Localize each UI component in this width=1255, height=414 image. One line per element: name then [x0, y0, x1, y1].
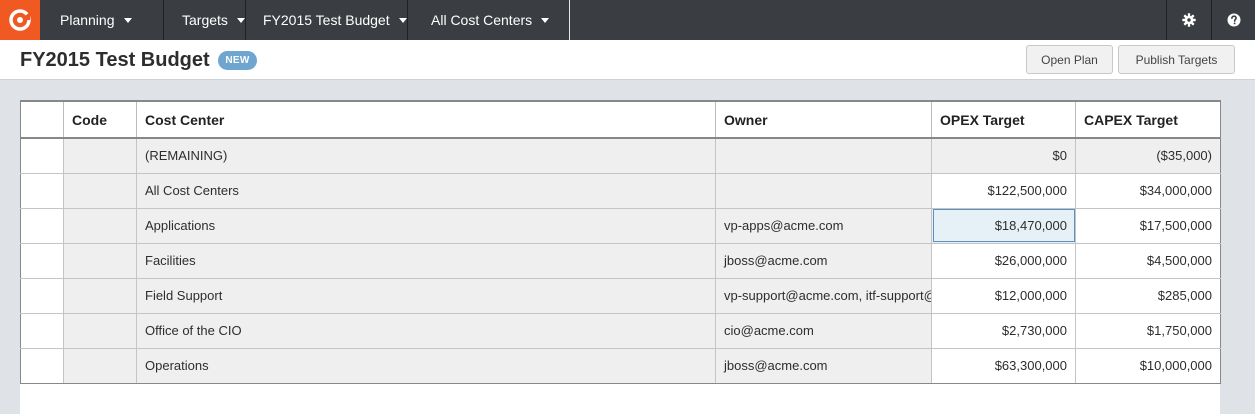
- gear-icon: [1182, 13, 1196, 27]
- opex-target-cell[interactable]: $122,500,000: [931, 172, 1076, 209]
- column-header-code[interactable]: Code: [63, 100, 137, 139]
- cost-center-cell[interactable]: Field Support: [136, 277, 716, 314]
- cost-center-cell[interactable]: All Cost Centers: [136, 172, 716, 209]
- owner-cell[interactable]: vp-apps@acme.com: [715, 207, 932, 244]
- opex-target-cell[interactable]: $0: [931, 137, 1076, 174]
- nav-targets-label: Targets: [182, 12, 228, 28]
- owner-cell[interactable]: jboss@acme.com: [715, 242, 932, 279]
- capex-target-cell[interactable]: ($35,000): [1075, 137, 1221, 174]
- logo-icon[interactable]: [0, 0, 40, 40]
- nav-targets-menu[interactable]: Targets: [164, 0, 246, 40]
- capex-target-cell[interactable]: $4,500,000: [1075, 242, 1221, 279]
- column-header-cost-center[interactable]: Cost Center: [136, 100, 716, 139]
- chevron-down-icon: [123, 17, 132, 23]
- owner-cell[interactable]: jboss@acme.com: [715, 347, 932, 384]
- code-cell[interactable]: [63, 242, 137, 279]
- chevron-down-icon: [236, 17, 245, 23]
- nav-right-group: [1166, 0, 1255, 40]
- row-select-cell[interactable]: [20, 347, 64, 384]
- code-cell[interactable]: [63, 347, 137, 384]
- table-row: Facilities jboss@acme.com $26,000,000 $4…: [20, 242, 1221, 279]
- opex-target-cell-selected[interactable]: $18,470,000: [931, 207, 1076, 244]
- opex-target-cell[interactable]: $2,730,000: [931, 312, 1076, 349]
- table-row: Operations jboss@acme.com $63,300,000 $1…: [20, 347, 1221, 384]
- row-select-cell[interactable]: [20, 242, 64, 279]
- code-cell[interactable]: [63, 277, 137, 314]
- code-cell[interactable]: [63, 312, 137, 349]
- owner-cell[interactable]: [715, 172, 932, 209]
- settings-button[interactable]: [1166, 0, 1211, 40]
- chevron-down-icon: [398, 17, 407, 23]
- help-button[interactable]: [1211, 0, 1255, 40]
- code-cell[interactable]: [63, 172, 137, 209]
- code-cell[interactable]: [63, 137, 137, 174]
- opex-target-cell[interactable]: $26,000,000: [931, 242, 1076, 279]
- nav-planning-menu[interactable]: Planning: [40, 0, 164, 40]
- owner-cell[interactable]: [715, 137, 932, 174]
- capex-target-cell[interactable]: $17,500,000: [1075, 207, 1221, 244]
- page-title: FY2015 Test Budget: [20, 49, 210, 71]
- capex-target-cell[interactable]: $10,000,000: [1075, 347, 1221, 384]
- open-plan-button[interactable]: Open Plan: [1026, 45, 1113, 74]
- column-header-owner[interactable]: Owner: [715, 100, 932, 139]
- help-icon: [1227, 13, 1240, 27]
- column-header-select[interactable]: [20, 100, 64, 139]
- cost-center-cell[interactable]: Facilities: [136, 242, 716, 279]
- owner-cell[interactable]: vp-support@acme.com, itf-support@: [715, 277, 932, 314]
- capex-target-cell[interactable]: $34,000,000: [1075, 172, 1221, 209]
- capex-target-cell[interactable]: $1,750,000: [1075, 312, 1221, 349]
- table-header-row: Code Cost Center Owner OPEX Target CAPEX…: [20, 100, 1221, 139]
- top-navigation: Planning Targets FY2015 Test Budget All …: [0, 0, 1255, 40]
- row-select-cell[interactable]: [20, 172, 64, 209]
- row-select-cell[interactable]: [20, 312, 64, 349]
- capex-target-cell[interactable]: $285,000: [1075, 277, 1221, 314]
- row-select-cell[interactable]: [20, 207, 64, 244]
- nav-planning-label: Planning: [60, 12, 115, 28]
- row-select-cell[interactable]: [20, 277, 64, 314]
- column-header-capex-target[interactable]: CAPEX Target: [1075, 100, 1221, 139]
- nav-cost-centers-label: All Cost Centers: [431, 12, 533, 28]
- publish-targets-button[interactable]: Publish Targets: [1118, 45, 1235, 74]
- opex-target-cell[interactable]: $12,000,000: [931, 277, 1076, 314]
- code-cell[interactable]: [63, 207, 137, 244]
- page-header: FY2015 Test Budget NEW Open Plan Publish…: [0, 40, 1255, 80]
- owner-cell[interactable]: cio@acme.com: [715, 312, 932, 349]
- chevron-down-icon: [541, 17, 550, 23]
- targets-panel: Code Cost Center Owner OPEX Target CAPEX…: [20, 100, 1221, 414]
- opex-target-cell[interactable]: $63,300,000: [931, 347, 1076, 384]
- cost-center-cell[interactable]: Office of the CIO: [136, 312, 716, 349]
- cost-center-cell[interactable]: Operations: [136, 347, 716, 384]
- cost-center-cell[interactable]: Applications: [136, 207, 716, 244]
- column-header-opex-target[interactable]: OPEX Target: [931, 100, 1076, 139]
- table-row: All Cost Centers $122,500,000 $34,000,00…: [20, 172, 1221, 209]
- table-row: Applications vp-apps@acme.com $18,470,00…: [20, 207, 1221, 244]
- targets-table: Code Cost Center Owner OPEX Target CAPEX…: [20, 100, 1221, 384]
- table-row: Field Support vp-support@acme.com, itf-s…: [20, 277, 1221, 314]
- nav-cost-centers-menu[interactable]: All Cost Centers: [408, 0, 570, 40]
- nav-budget-menu[interactable]: FY2015 Test Budget: [246, 0, 408, 40]
- nav-budget-label: FY2015 Test Budget: [263, 12, 390, 28]
- status-badge: NEW: [218, 51, 257, 70]
- row-select-cell[interactable]: [20, 137, 64, 174]
- table-row: Office of the CIO cio@acme.com $2,730,00…: [20, 312, 1221, 349]
- table-row: (REMAINING) $0 ($35,000): [20, 137, 1221, 174]
- cost-center-cell[interactable]: (REMAINING): [136, 137, 716, 174]
